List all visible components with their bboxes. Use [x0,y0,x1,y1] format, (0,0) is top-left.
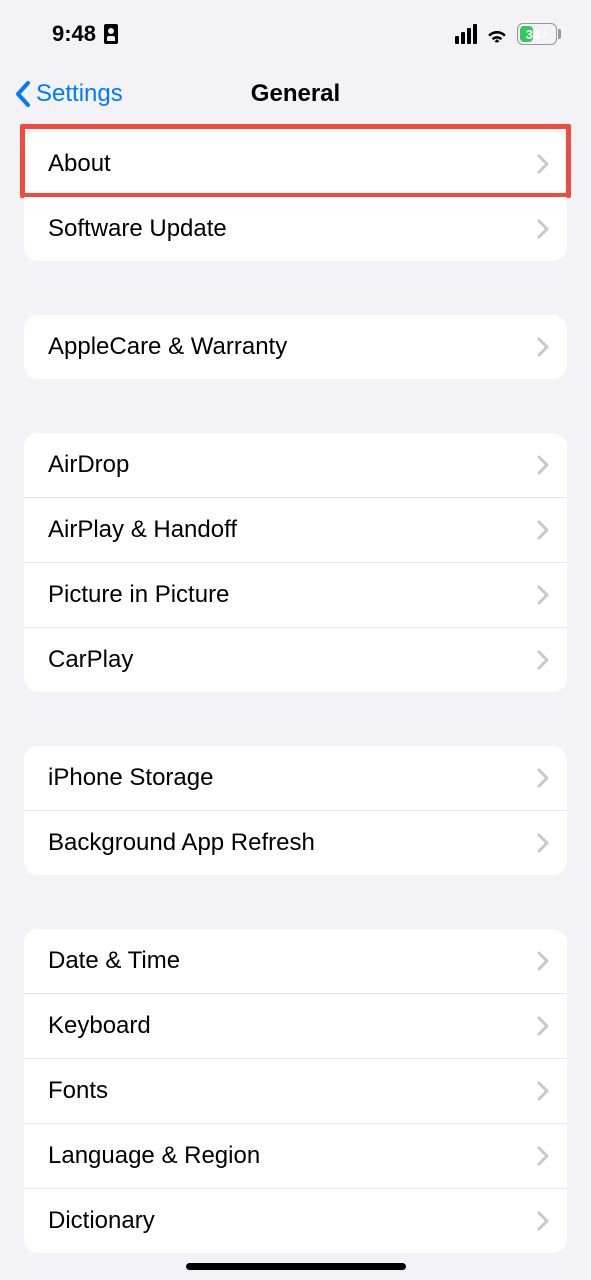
row-applecare[interactable]: AppleCare & Warranty [24,315,567,379]
battery-icon: 34⚡︎ [517,23,561,45]
row-label: Dictionary [48,1207,537,1235]
chevron-left-icon [14,80,32,108]
row-label: CarPlay [48,646,537,674]
row-label: AppleCare & Warranty [48,333,537,361]
navigation-bar: Settings General [0,60,591,132]
settings-group-3: AirDrop AirPlay & Handoff Picture in Pic… [24,433,567,692]
row-label: Date & Time [48,947,537,975]
cellular-signal-icon [455,24,477,44]
chevron-right-icon [537,520,549,540]
chevron-right-icon [537,833,549,853]
chevron-right-icon [537,219,549,239]
row-label: Fonts [48,1077,537,1105]
row-iphone-storage[interactable]: iPhone Storage [24,746,567,811]
status-bar: 9:48 34⚡︎ [0,0,591,60]
chevron-right-icon [537,337,549,357]
settings-group-1: About Software Update [24,132,567,261]
chevron-right-icon [537,951,549,971]
chevron-right-icon [537,585,549,605]
chevron-right-icon [537,455,549,475]
row-label: Software Update [48,215,537,243]
chevron-right-icon [537,1081,549,1101]
chevron-right-icon [537,650,549,670]
row-airdrop[interactable]: AirDrop [24,433,567,498]
row-about[interactable]: About [24,132,567,197]
row-fonts[interactable]: Fonts [24,1059,567,1124]
row-airplay[interactable]: AirPlay & Handoff [24,498,567,563]
chevron-right-icon [537,1016,549,1036]
status-left: 9:48 [52,21,118,47]
row-label: About [48,150,537,178]
status-right: 34⚡︎ [455,23,561,45]
chevron-right-icon [537,768,549,788]
chevron-right-icon [537,1211,549,1231]
wifi-icon [485,25,509,43]
back-button[interactable]: Settings [14,80,123,108]
row-software-update[interactable]: Software Update [24,197,567,261]
row-label: AirDrop [48,451,537,479]
row-background-app-refresh[interactable]: Background App Refresh [24,811,567,875]
row-label: iPhone Storage [48,764,537,792]
row-keyboard[interactable]: Keyboard [24,994,567,1059]
home-indicator[interactable] [186,1263,406,1270]
portrait-lock-icon [104,24,118,44]
row-language-region[interactable]: Language & Region [24,1124,567,1189]
chevron-right-icon [537,154,549,174]
row-label: Picture in Picture [48,581,537,609]
row-date-time[interactable]: Date & Time [24,929,567,994]
chevron-right-icon [537,1146,549,1166]
back-label: Settings [36,80,123,108]
settings-group-4: iPhone Storage Background App Refresh [24,746,567,875]
row-carplay[interactable]: CarPlay [24,628,567,692]
row-label: Keyboard [48,1012,537,1040]
settings-group-5: Date & Time Keyboard Fonts Language & Re… [24,929,567,1253]
settings-group-2: AppleCare & Warranty [24,315,567,379]
row-dictionary[interactable]: Dictionary [24,1189,567,1253]
status-time: 9:48 [52,21,96,47]
row-label: Language & Region [48,1142,537,1170]
row-label: Background App Refresh [48,829,537,857]
row-picture-in-picture[interactable]: Picture in Picture [24,563,567,628]
row-label: AirPlay & Handoff [48,516,537,544]
